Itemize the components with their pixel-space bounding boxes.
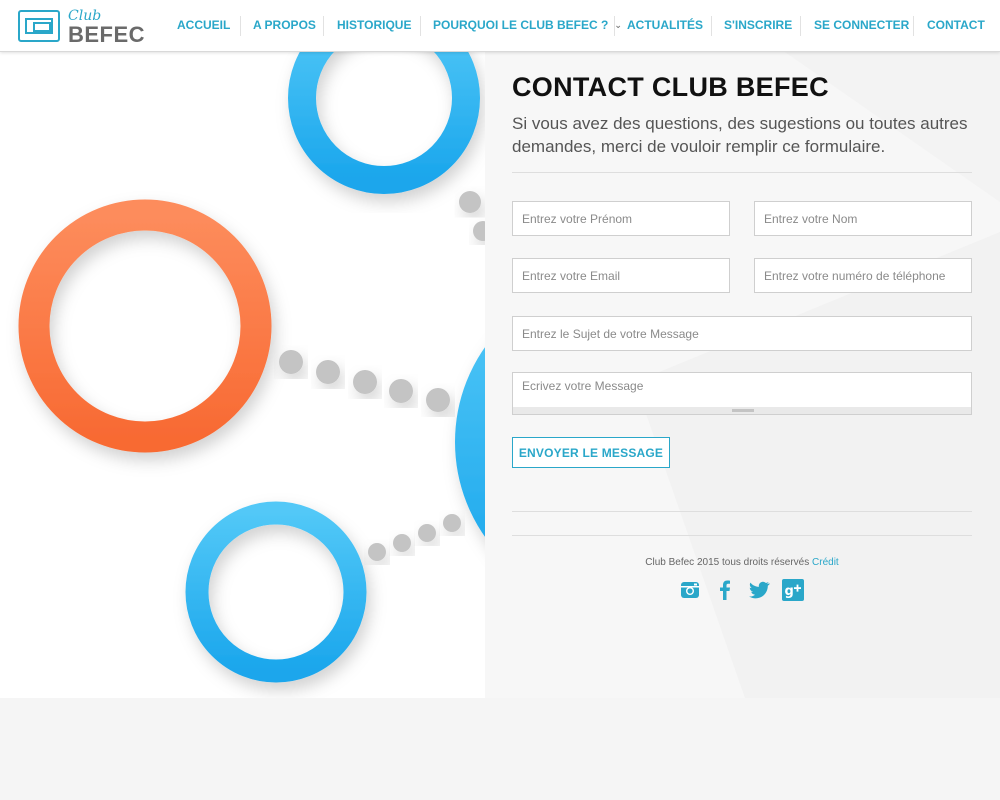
phone-input[interactable] [754, 258, 972, 293]
divider [512, 172, 972, 173]
nav-a-propos[interactable]: A PROPOS [253, 18, 316, 32]
divider [512, 511, 972, 512]
site-header: Club BEFEC ACCUEIL A PROPOS HISTORIQUE P… [0, 0, 1000, 52]
nav-actualites[interactable]: ACTUALITÉS [627, 18, 703, 32]
nav-divider [240, 16, 241, 36]
page-title: CONTACT CLUB BEFEC [512, 72, 829, 102]
copyright-text: Club Befec 2015 tous droits réservés [645, 557, 810, 568]
blue-ring-top [288, 52, 480, 194]
nav-sinscrire[interactable]: S'INSCRIRE [724, 18, 792, 32]
twitter-icon[interactable] [747, 578, 771, 602]
sujet-input[interactable] [512, 316, 972, 351]
circles-illustration [18, 52, 485, 683]
blue-ring-large [455, 347, 485, 537]
google-plus-icon[interactable]: g [781, 578, 805, 602]
footer-copyright: Club Befec 2015 tous droits réservés Cré… [512, 557, 972, 568]
nav-divider [711, 16, 712, 36]
orange-ring [18, 199, 272, 453]
social-links: g [678, 578, 808, 604]
instagram-icon[interactable] [678, 578, 702, 602]
club-befec-logo[interactable]: Club BEFEC [18, 8, 145, 47]
nav-accueil[interactable]: ACCUEIL [177, 18, 230, 32]
hero-illustration [0, 52, 485, 698]
divider [512, 535, 972, 536]
nav-pourquoi-label: POURQUOI LE CLUB BEFEC ? [433, 18, 609, 32]
credit-link[interactable]: Crédit [812, 557, 839, 568]
email-input[interactable] [512, 258, 730, 293]
nav-pourquoi[interactable]: POURQUOI LE CLUB BEFEC ? ⌄ [433, 18, 622, 32]
textarea-resize-bar[interactable] [512, 407, 972, 415]
message-textarea[interactable] [512, 372, 972, 408]
nom-input[interactable] [754, 201, 972, 236]
resize-grip-icon [732, 409, 754, 412]
nav-divider [323, 16, 324, 36]
nav-historique[interactable]: HISTORIQUE [337, 18, 411, 32]
logo-mark-icon [18, 10, 60, 42]
nav-divider [913, 16, 914, 36]
prenom-input[interactable] [512, 201, 730, 236]
contact-panel: CONTACT CLUB BEFEC Si vous avez des ques… [485, 52, 1000, 698]
page-subtitle: Si vous avez des questions, des sugestio… [512, 114, 968, 156]
page-bottom-area [0, 698, 1000, 800]
facebook-icon[interactable] [713, 578, 737, 602]
logo-befec-text: BEFEC [68, 22, 146, 47]
blue-ring-bottom [185, 501, 367, 683]
nav-se-connecter[interactable]: SE CONNECTER [814, 18, 909, 32]
send-message-button[interactable]: ENVOYER LE MESSAGE [512, 437, 670, 468]
chevron-down-icon: ⌄ [614, 20, 622, 30]
nav-contact[interactable]: CONTACT [927, 18, 985, 32]
nav-divider [420, 16, 421, 36]
nav-divider [614, 16, 615, 36]
svg-text:g: g [785, 584, 794, 599]
nav-divider [800, 16, 801, 36]
